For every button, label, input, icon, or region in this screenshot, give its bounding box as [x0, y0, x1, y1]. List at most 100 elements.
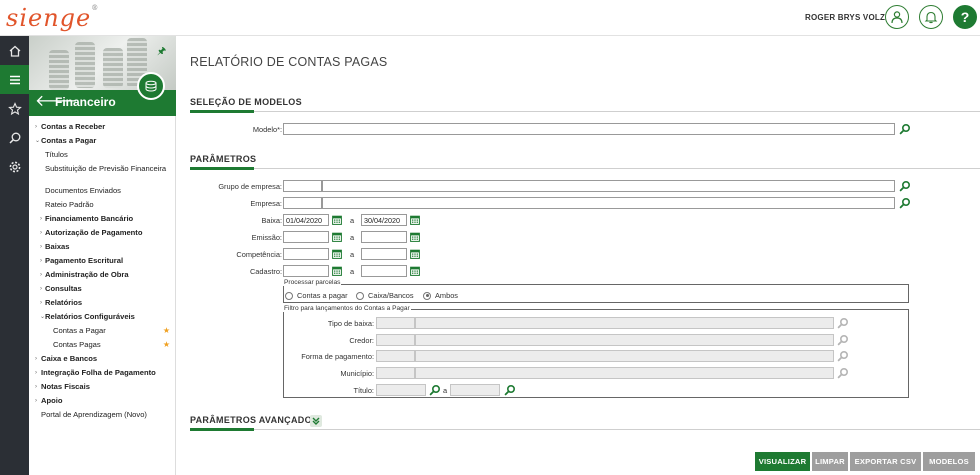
search-titulo-from-icon[interactable]: [429, 384, 441, 396]
rail-menu[interactable]: [0, 65, 29, 94]
tipo-baixa-code-input[interactable]: [376, 317, 415, 329]
search-forma-pagamento-icon[interactable]: [837, 350, 849, 362]
range-separator: a: [350, 233, 355, 242]
search-municipio-icon[interactable]: [837, 367, 849, 379]
rail-favorites[interactable]: [0, 94, 29, 123]
star-icon: [7, 101, 22, 115]
menu-documentos-enviados[interactable]: Documentos Enviados: [29, 184, 176, 198]
search-titulo-to-icon[interactable]: [504, 384, 516, 396]
search-grupo-icon[interactable]: [899, 180, 911, 192]
calendar-icon[interactable]: [410, 232, 420, 242]
calendar-icon[interactable]: [410, 266, 420, 276]
municipio-name-input[interactable]: [415, 367, 834, 379]
grupo-empresa-code-input[interactable]: [283, 180, 322, 192]
menu-financiamento-bancario[interactable]: › Financiamento Bancário: [29, 212, 176, 226]
radio-dot[interactable]: [356, 291, 364, 300]
radio-dot-selected[interactable]: [423, 291, 431, 300]
menu-baixas[interactable]: › Baixas: [29, 240, 176, 254]
menu-apoio[interactable]: › Apoio: [29, 394, 176, 408]
baixa-from-input[interactable]: [283, 214, 329, 226]
bell-icon: [924, 11, 938, 24]
grupo-empresa-name-input[interactable]: [322, 180, 895, 192]
empresa-code-input[interactable]: [283, 197, 322, 209]
calendar-icon[interactable]: [332, 215, 342, 225]
rail-home[interactable]: [0, 36, 29, 65]
search-empresa-icon[interactable]: [899, 197, 911, 209]
emissao-to-input[interactable]: [361, 231, 407, 243]
sienge-logo[interactable]: sienge®: [6, 4, 99, 32]
radio-ambos[interactable]: Ambos: [423, 291, 458, 300]
home-icon: [9, 45, 20, 57]
caret-right-icon: ›: [40, 216, 42, 222]
municipio-code-input[interactable]: [376, 367, 415, 379]
menu-relatorios-configuraveis[interactable]: ⌄ Relatórios Configuráveis: [29, 310, 176, 324]
menu-portal-aprendizagem[interactable]: Portal de Aprendizagem (Novo): [29, 408, 176, 422]
gear-icon: [9, 161, 20, 172]
menu-titulos[interactable]: Títulos: [29, 148, 176, 162]
notifications-button[interactable]: [919, 5, 943, 29]
menu-contas-a-receber[interactable]: › Contas a Receber: [29, 120, 176, 134]
forma-pagamento-name-input[interactable]: [415, 350, 834, 362]
menu-autorizacao-pagamento[interactable]: › Autorização de Pagamento: [29, 226, 176, 240]
radio-contas-a-pagar[interactable]: Contas a pagar: [285, 291, 348, 300]
calendar-icon[interactable]: [410, 215, 420, 225]
visualizar-button[interactable]: VISUALIZAR: [755, 452, 810, 471]
titulo-from-input[interactable]: [376, 384, 426, 396]
menu-substituicao-previsao[interactable]: Substituição de Previsão Financeira: [29, 162, 176, 184]
favorite-star-icon[interactable]: ★: [163, 324, 170, 338]
processar-parcelas-legend: Processar parcelas: [283, 279, 342, 286]
radio-caixa-bancos[interactable]: Caixa/Bancos: [356, 291, 414, 300]
calendar-icon[interactable]: [332, 266, 342, 276]
baixa-to-input[interactable]: [361, 214, 407, 226]
grupo-empresa-label: Grupo de empresa:: [218, 182, 282, 191]
radio-dot[interactable]: [285, 291, 293, 300]
exportar-csv-button[interactable]: EXPORTAR CSV: [850, 452, 921, 471]
calendar-icon[interactable]: [332, 249, 342, 259]
modelos-button[interactable]: MODELOS: [923, 452, 975, 471]
caret-right-icon: ›: [40, 300, 42, 306]
menu-rateio-padrao[interactable]: Rateio Padrão: [29, 198, 176, 212]
baixa-label: Baixa:: [261, 216, 282, 225]
rail-settings[interactable]: [0, 152, 29, 181]
search-tipo-baixa-icon[interactable]: [837, 317, 849, 329]
menu-notas-fiscais[interactable]: › Notas Fiscais: [29, 380, 176, 394]
menu-pagamento-escritural[interactable]: › Pagamento Escritural: [29, 254, 176, 268]
user-icon: [891, 11, 903, 24]
limpar-button[interactable]: LIMPAR: [812, 452, 848, 471]
competencia-from-input[interactable]: [283, 248, 329, 260]
menu-relatorios[interactable]: › Relatórios: [29, 296, 176, 310]
menu-administracao-obra[interactable]: › Administração de Obra: [29, 268, 176, 282]
pin-icon[interactable]: 🖈: [157, 44, 166, 61]
calendar-icon[interactable]: [332, 232, 342, 242]
empresa-name-input[interactable]: [322, 197, 895, 209]
modelo-input[interactable]: [283, 123, 895, 135]
modelo-label: Modelo*:: [252, 125, 282, 134]
calendar-icon[interactable]: [410, 249, 420, 259]
menu-consultas[interactable]: › Consultas: [29, 282, 176, 296]
forma-pagamento-code-input[interactable]: [376, 350, 415, 362]
expand-advanced-button[interactable]: [310, 415, 322, 427]
search-modelo-icon[interactable]: [899, 123, 911, 135]
search-credor-icon[interactable]: [837, 334, 849, 346]
favorite-star-icon[interactable]: ★: [163, 338, 170, 352]
menu-contas-a-pagar[interactable]: ⌄ Contas a Pagar: [29, 134, 176, 148]
cadastro-from-input[interactable]: [283, 265, 329, 277]
tipo-baixa-label: Tipo de baixa:: [327, 319, 374, 328]
credor-code-input[interactable]: [376, 334, 415, 346]
menu-rc-contas-pagas[interactable]: Contas Pagas ★: [29, 338, 176, 352]
menu-rc-contas-a-pagar[interactable]: Contas a Pagar ★: [29, 324, 176, 338]
coins-decoration: [75, 42, 95, 88]
caret-right-icon: ›: [40, 258, 42, 264]
menu-integracao-folha[interactable]: › Integração Folha de Pagamento: [29, 366, 176, 380]
user-profile-button[interactable]: [885, 5, 909, 29]
cadastro-to-input[interactable]: [361, 265, 407, 277]
emissao-from-input[interactable]: [283, 231, 329, 243]
credor-name-input[interactable]: [415, 334, 834, 346]
rail-search[interactable]: [0, 123, 29, 152]
tipo-baixa-name-input[interactable]: [415, 317, 834, 329]
competencia-to-input[interactable]: [361, 248, 407, 260]
help-button[interactable]: ?: [953, 5, 977, 29]
titulo-to-input[interactable]: [450, 384, 500, 396]
caret-right-icon: ›: [35, 356, 37, 362]
menu-caixa-e-bancos[interactable]: › Caixa e Bancos: [29, 352, 176, 366]
